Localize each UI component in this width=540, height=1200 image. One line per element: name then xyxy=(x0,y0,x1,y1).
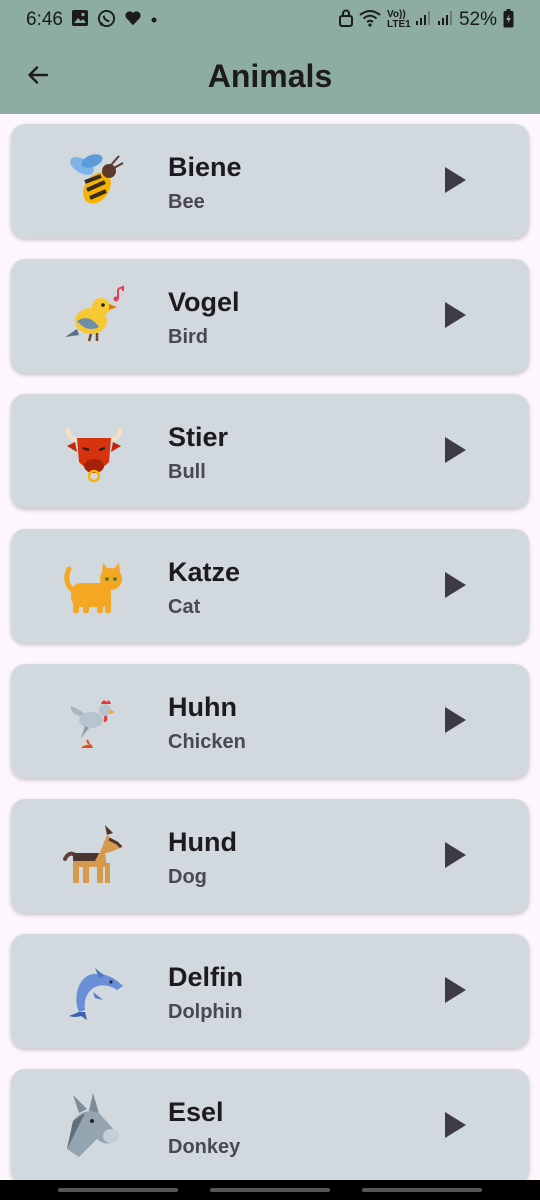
network-label: Vo)) LTE1 xyxy=(386,9,411,30)
play-button[interactable] xyxy=(437,704,473,740)
animal-name-de: Huhn xyxy=(168,692,237,722)
animal-name-de: Stier xyxy=(168,422,229,452)
animal-name-de: Biene xyxy=(168,152,242,182)
nav-home-handle[interactable] xyxy=(210,1188,330,1192)
bird-icon xyxy=(59,281,129,351)
play-icon xyxy=(443,706,467,739)
animal-name-de: Katze xyxy=(168,557,241,587)
play-button[interactable] xyxy=(437,164,473,200)
system-nav-bar xyxy=(0,1180,540,1200)
play-button[interactable] xyxy=(437,569,473,605)
list-item-dog[interactable]: Hund Dog xyxy=(11,799,529,913)
heart-icon xyxy=(124,9,142,31)
play-icon xyxy=(443,301,467,334)
play-icon xyxy=(443,1111,467,1144)
list-item-donkey[interactable]: Esel Donkey xyxy=(11,1069,529,1183)
play-icon xyxy=(443,436,467,469)
list-item-bee[interactable]: Biene Bee xyxy=(11,124,529,238)
animal-name-en: Bird xyxy=(168,326,208,348)
animal-name-de: Esel xyxy=(168,1097,224,1127)
animal-name-en: Dog xyxy=(168,866,207,888)
play-button[interactable] xyxy=(437,434,473,470)
signal-icon xyxy=(437,10,453,30)
play-button[interactable] xyxy=(437,974,473,1010)
animal-name-en: Chicken xyxy=(168,731,246,753)
list-item-dolphin[interactable]: Delfin Dolphin xyxy=(11,934,529,1048)
bull-icon xyxy=(59,416,129,486)
battery-percent: 52% xyxy=(458,9,497,30)
status-time: 6:46 xyxy=(26,9,63,30)
whatsapp-icon xyxy=(97,9,116,32)
status-left: 6:46 xyxy=(26,9,158,32)
cat-icon xyxy=(59,551,129,621)
chicken-icon xyxy=(59,686,129,756)
list-item-chicken[interactable]: Huhn Chicken xyxy=(11,664,529,778)
dot-icon xyxy=(150,12,158,28)
battery-icon xyxy=(503,8,514,32)
animal-name-en: Cat xyxy=(168,596,201,618)
play-icon xyxy=(443,166,467,199)
animal-name-en: Dolphin xyxy=(168,1001,243,1023)
status-bar: 6:46 Vo)) LTE1 52% xyxy=(0,0,540,40)
status-right: Vo)) LTE1 52% xyxy=(338,8,514,32)
signal-icon xyxy=(415,10,431,30)
animal-name-de: Hund xyxy=(168,827,237,857)
play-icon xyxy=(443,841,467,874)
animal-name-de: Delfin xyxy=(168,962,244,992)
page-title: Animals xyxy=(207,58,333,94)
animal-name-de: Vogel xyxy=(168,287,240,317)
donkey-icon xyxy=(59,1091,129,1161)
list-item-bird[interactable]: Vogel Bird xyxy=(11,259,529,373)
list-item-bull[interactable]: Stier Bull xyxy=(11,394,529,508)
animal-name-en: Bull xyxy=(168,461,206,483)
dolphin-icon xyxy=(59,956,129,1026)
play-button[interactable] xyxy=(437,839,473,875)
animal-name-en: Bee xyxy=(168,191,205,213)
wifi-icon xyxy=(359,9,381,31)
play-button[interactable] xyxy=(437,1109,473,1145)
play-button[interactable] xyxy=(437,299,473,335)
nav-recents-handle[interactable] xyxy=(362,1188,482,1192)
lock-icon xyxy=(338,9,353,31)
dog-icon xyxy=(59,821,129,891)
app-bar: Animals xyxy=(0,40,540,114)
play-icon xyxy=(443,976,467,1009)
nav-back-handle[interactable] xyxy=(58,1188,178,1192)
list-item-cat[interactable]: Katze Cat xyxy=(11,529,529,643)
play-icon xyxy=(443,571,467,604)
bee-icon xyxy=(59,146,129,216)
animal-name-en: Donkey xyxy=(168,1136,241,1158)
gallery-icon xyxy=(71,9,89,31)
